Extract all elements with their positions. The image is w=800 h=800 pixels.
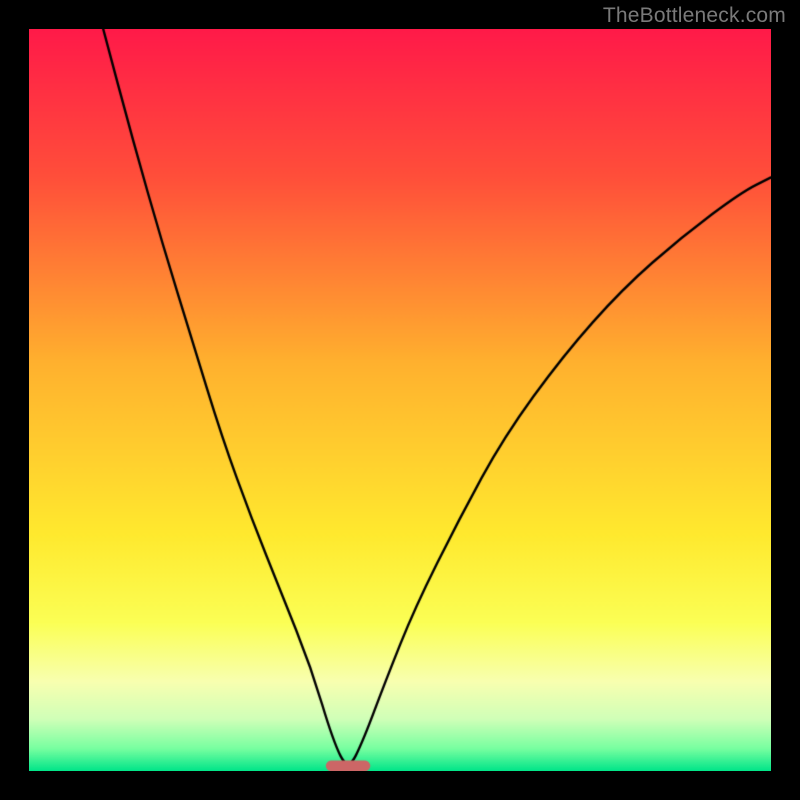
watermark-text: TheBottleneck.com — [603, 4, 786, 28]
bottleneck-chart-canvas — [29, 29, 771, 771]
chart-frame: TheBottleneck.com — [0, 0, 800, 800]
plot-area — [29, 29, 771, 771]
